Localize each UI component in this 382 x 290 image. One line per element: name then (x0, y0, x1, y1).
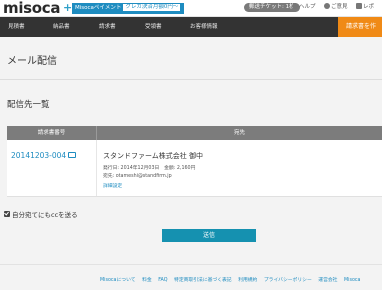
footer: Misocaについて 料金 FAQ 特定商取引法に基づく表記 利用規約 プライバ… (0, 264, 382, 290)
cell-divider (96, 140, 97, 196)
report-link[interactable]: レポ (356, 3, 374, 12)
help-label: ヘルプ (299, 4, 316, 10)
divider (0, 79, 382, 80)
create-invoice-button[interactable]: 請求書を作 (338, 17, 382, 37)
help-link[interactable]: ヘルプ (292, 3, 316, 12)
edit-icon (68, 152, 77, 158)
footer-link-about[interactable]: Misocaについて (100, 278, 136, 283)
invoice-number: 20141203-004 (11, 151, 67, 160)
help-icon (292, 3, 298, 9)
recipient-name: スタンドファーム株式会社 御中 (103, 152, 204, 160)
column-header-invoice-number: 請求書番号 (37, 130, 66, 136)
cc-label: 自分宛てにもccを送る (12, 211, 78, 219)
section-title: 配信先一覧 (7, 100, 50, 110)
nav-customers[interactable]: お客様情報 (190, 17, 218, 37)
footer-link-legal[interactable]: 特定商取引法に基づく表記 (174, 278, 232, 283)
footer-links: Misocaについて 料金 FAQ 特定商取引法に基づく表記 利用規約 プライバ… (100, 276, 366, 283)
recipient-email: 宛先: otameshi@standfirm.jp (103, 174, 172, 179)
speech-bubble-icon (324, 3, 330, 9)
table-header: 請求書番号 宛先 (7, 126, 382, 140)
table-row: 20141203-004 スタンドファーム株式会社 御中 発行日: 2014年1… (7, 140, 382, 197)
nav-estimates[interactable]: 見積書 (8, 17, 25, 37)
nav-invoices[interactable]: 請求書 (99, 17, 116, 37)
footer-link-company[interactable]: 運営会社 (318, 278, 337, 283)
nav-delivery-notes[interactable]: 納品書 (53, 17, 70, 37)
feedback-label: ご意見 (331, 4, 348, 10)
column-header-recipient: 宛先 (233, 130, 245, 136)
plus-sign: + (63, 1, 73, 14)
feedback-link[interactable]: ご意見 (324, 3, 348, 12)
detail-settings-link[interactable]: 詳細設定 (103, 182, 122, 189)
misoca-payment-badge[interactable]: Misocaペイメント クレカ決済月額0円〜 (72, 3, 185, 14)
invoice-meta: 発行日: 2014年12月03日 金額: 2,160円 (103, 166, 196, 171)
footer-link-pricing[interactable]: 料金 (142, 278, 152, 283)
report-label: レポ (363, 4, 375, 10)
footer-link-privacy[interactable]: プライバシーポリシー (264, 278, 312, 283)
main-nav: 見積書 納品書 請求書 受領書 お客様情報 請求書を作 (0, 17, 382, 37)
payment-badge-label: Misocaペイメント (75, 5, 122, 11)
footer-link-faq[interactable]: FAQ (158, 278, 167, 283)
footer-link-misoca[interactable]: Misoca (344, 278, 360, 283)
invoice-number-link[interactable]: 20141203-004 (11, 151, 77, 160)
send-button[interactable]: 送信 (162, 229, 256, 242)
page-title: メール配信 (7, 56, 57, 67)
nav-receipts[interactable]: 受領書 (145, 17, 162, 37)
chart-icon (356, 3, 362, 9)
payment-badge-sub: クレカ決済月額0円〜 (123, 3, 181, 11)
misoca-logo[interactable]: misoca (3, 0, 61, 17)
cc-option[interactable]: 自分宛てにもccを送る (4, 209, 78, 219)
footer-link-terms[interactable]: 利用規約 (238, 278, 257, 283)
cc-checkbox[interactable] (4, 211, 10, 217)
top-header: misoca + Misocaペイメント クレカ決済月額0円〜 郵送チケット: 1… (0, 0, 382, 17)
